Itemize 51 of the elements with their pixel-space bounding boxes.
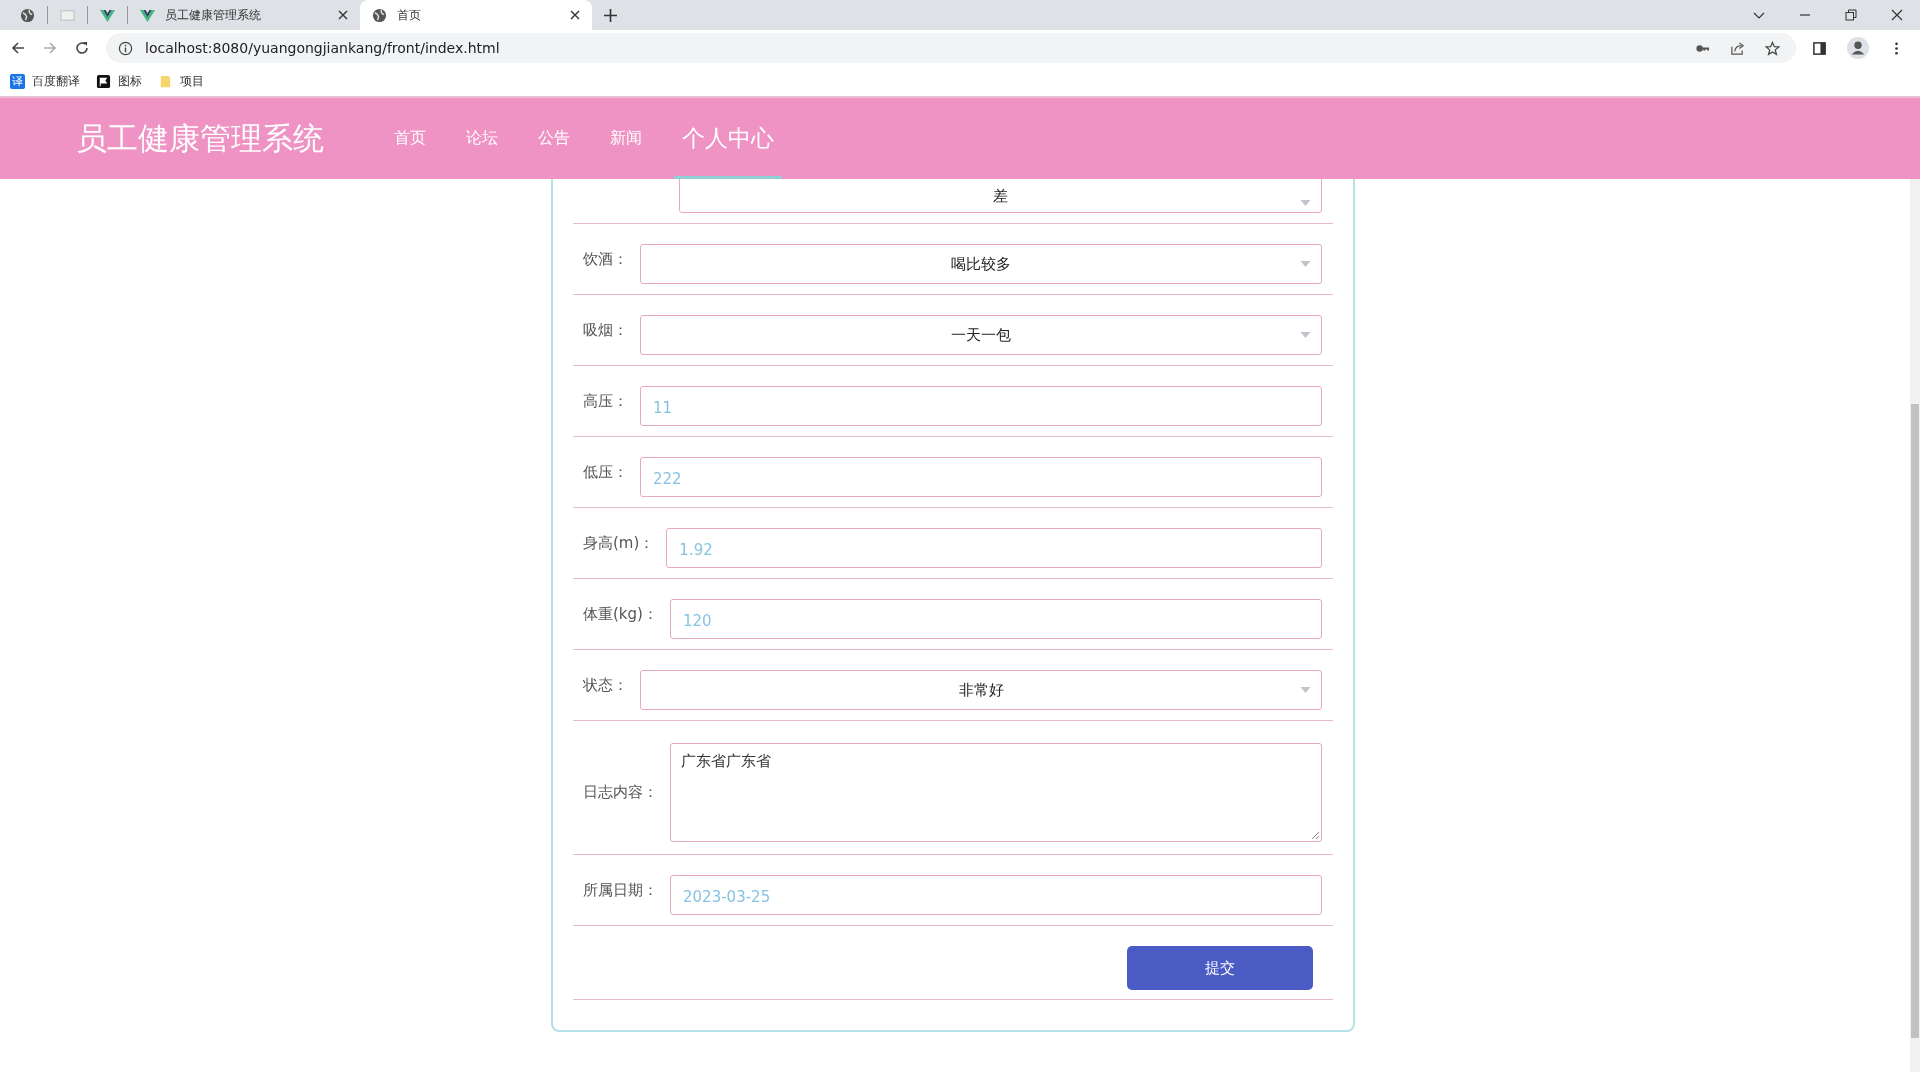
select-field[interactable]: 差 (679, 179, 1322, 213)
text-area[interactable]: 广东省广东省 (670, 743, 1322, 842)
v-logo-icon (100, 7, 115, 23)
browser-tab[interactable]: 员工健康管理系统 (128, 0, 360, 30)
field-label: 状态： (583, 675, 628, 695)
scrollbar[interactable] (1910, 179, 1920, 1072)
field-label: 日志内容： (583, 783, 658, 802)
field-label: 低压： (583, 462, 628, 482)
profile-icon[interactable] (1847, 37, 1869, 59)
restore-icon[interactable] (1845, 9, 1857, 21)
caret-icon (1300, 261, 1311, 267)
caret-icon (1300, 332, 1311, 338)
url-text: localhost:8080/yuangongjiankang/front/index.html (145, 40, 500, 56)
globe-icon (372, 7, 387, 23)
field-label: 饮酒： (583, 249, 628, 269)
address-bar[interactable]: localhost:8080/yuangongjiankang/front/index.html (106, 33, 1796, 63)
globe-icon (20, 7, 35, 23)
bookmark[interactable]: 项目 (158, 72, 204, 90)
bookmark[interactable]: 译 百度翻译 (10, 72, 80, 90)
select-field[interactable]: 非常好 (640, 670, 1322, 710)
page-icon (60, 7, 75, 23)
info-icon[interactable] (118, 40, 133, 56)
v-logo-icon (140, 7, 155, 23)
translate-icon: 译 (10, 73, 25, 89)
close-icon[interactable] (338, 10, 348, 20)
field-label: 高压： (583, 391, 628, 411)
browser-tab[interactable]: 首页 (360, 0, 592, 30)
tab-title: 首页 (397, 6, 422, 24)
resize-grip-icon[interactable] (1311, 831, 1319, 839)
folder-icon (158, 73, 173, 89)
select-field[interactable]: 喝比较多 (640, 244, 1322, 284)
close-icon[interactable] (570, 10, 580, 20)
flag-icon (96, 73, 111, 89)
tab-title: 员工健康管理系统 (165, 6, 262, 24)
field-label: 体重(kg)： (583, 604, 658, 624)
field-label: 身高(m)： (583, 533, 655, 553)
site-title: 员工健康管理系统 (76, 118, 324, 158)
reload-icon[interactable] (74, 40, 90, 56)
field-label: 吸烟： (583, 320, 628, 340)
share-icon[interactable] (1730, 40, 1745, 56)
side-panel-icon[interactable] (1812, 40, 1827, 56)
field-label: 所属日期： (583, 880, 658, 900)
caret-icon (1300, 200, 1311, 206)
new-tab-icon[interactable] (604, 8, 617, 22)
submit-button[interactable]: 提交 (1127, 946, 1313, 990)
caret-icon (1300, 687, 1311, 693)
select-field[interactable]: 一天一包 (640, 315, 1322, 355)
star-icon[interactable] (1765, 40, 1780, 56)
back-icon[interactable] (10, 40, 26, 56)
close-icon[interactable] (1891, 9, 1903, 21)
bookmark[interactable]: 图标 (96, 72, 142, 90)
